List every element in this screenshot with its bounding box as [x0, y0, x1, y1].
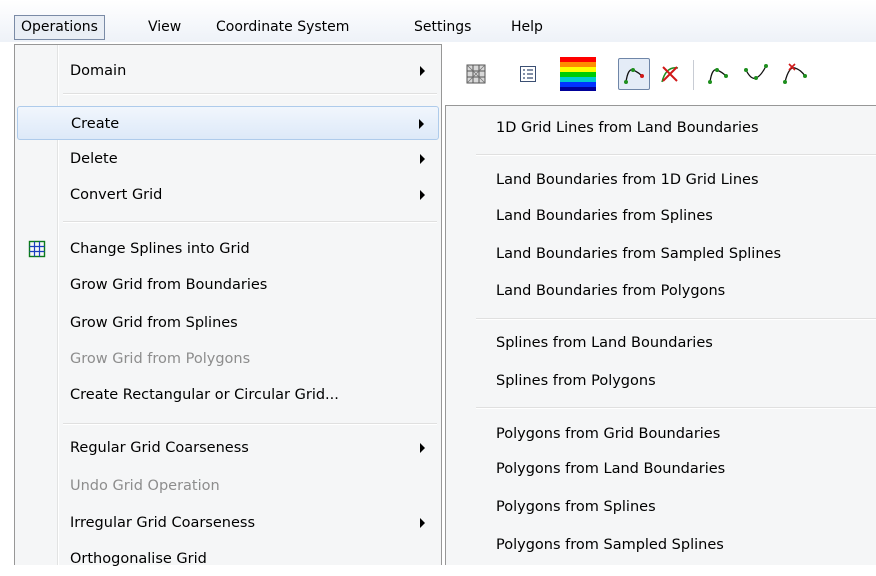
submenu-item-label: Polygons from Land Boundaries	[496, 461, 726, 477]
operations-menu: Domain Create Delete Convert Grid Change…	[14, 44, 442, 567]
submenu-item[interactable]: 1D Grid Lines from Land Boundaries	[446, 110, 876, 146]
menu-item-create[interactable]: Create	[17, 106, 439, 140]
submenu-item-label: 1D Grid Lines from Land Boundaries	[496, 120, 759, 136]
menu-view[interactable]: View	[142, 15, 187, 40]
menu-item-label: Create Rectangular or Circular Grid...	[70, 387, 339, 403]
menu-item-regular-grid-coarseness[interactable]: Regular Grid Coarseness	[17, 431, 439, 465]
menu-item-grow-grid-from-polygons: Grow Grid from Polygons	[17, 342, 439, 376]
menu-item-label: Undo Grid Operation	[70, 478, 220, 494]
menu-item-label: Irregular Grid Coarseness	[70, 515, 256, 531]
toolbar	[440, 52, 876, 98]
spline-delete-point-icon[interactable]	[778, 58, 810, 90]
submenu-arrow-icon	[420, 190, 425, 200]
menu-item-irregular-grid-coarseness[interactable]: Irregular Grid Coarseness	[17, 506, 439, 540]
menu-separator	[63, 93, 437, 95]
submenu-item-label: Land Boundaries from 1D Grid Lines	[496, 172, 759, 188]
menu-item-label: Grow Grid from Splines	[70, 315, 238, 331]
menu-item-domain[interactable]: Domain	[17, 54, 439, 88]
submenu-arrow-icon	[420, 518, 425, 528]
menu-item-grow-grid-from-splines[interactable]: Grow Grid from Splines	[17, 306, 439, 340]
grid-pattern-icon[interactable]	[460, 58, 492, 90]
submenu-arrow-icon	[419, 119, 424, 129]
menu-item-create-rectangular-or-circular-grid[interactable]: Create Rectangular or Circular Grid...	[17, 378, 439, 412]
submenu-arrow-icon	[420, 154, 425, 164]
submenu-item[interactable]: Polygons from Land Boundaries	[446, 451, 876, 487]
menu-item-orthogonalise-grid[interactable]: Orthogonalise Grid	[17, 542, 439, 576]
menu-separator	[476, 407, 876, 409]
toolbar-separator	[693, 60, 694, 90]
submenu-item-label: Polygons from Grid Boundaries	[496, 426, 721, 442]
menu-item-label: Grow Grid from Polygons	[70, 351, 251, 367]
menu-operations[interactable]: Operations	[14, 15, 105, 40]
submenu-arrow-icon	[420, 66, 425, 76]
menu-separator	[63, 221, 437, 223]
menu-item-label: Domain	[70, 63, 127, 79]
submenu-item-label: Splines from Polygons	[496, 373, 656, 389]
submenu-item[interactable]: Land Boundaries from Polygons	[446, 273, 876, 309]
submenu-item-label: Land Boundaries from Polygons	[496, 283, 726, 299]
menu-item-label: Grow Grid from Boundaries	[70, 277, 268, 293]
submenu-item[interactable]: Land Boundaries from 1D Grid Lines	[446, 162, 876, 198]
color-spectrum-icon[interactable]	[558, 57, 598, 91]
menu-help[interactable]: Help	[505, 15, 549, 40]
menu-item-change-splines-into-grid[interactable]: Change Splines into Grid	[17, 232, 439, 266]
menu-separator	[63, 423, 437, 425]
menu-item-label: Convert Grid	[70, 187, 163, 203]
submenu-item-label: Splines from Land Boundaries	[496, 335, 713, 351]
submenu-item-label: Polygons from Splines	[496, 499, 656, 515]
submenu-item-label: Land Boundaries from Splines	[496, 208, 713, 224]
draw-spline-icon[interactable]	[618, 58, 650, 90]
list-icon[interactable]	[512, 58, 544, 90]
menu-settings[interactable]: Settings	[408, 15, 477, 40]
submenu-item[interactable]: Polygons from Splines	[446, 489, 876, 525]
menu-item-label: Change Splines into Grid	[70, 241, 250, 257]
spline-insert-icon[interactable]	[702, 58, 734, 90]
menu-item-grow-grid-from-boundaries[interactable]: Grow Grid from Boundaries	[17, 268, 439, 302]
submenu-item-label: Land Boundaries from Sampled Splines	[496, 246, 781, 262]
window-frame	[0, 42, 14, 565]
submenu-item[interactable]: Land Boundaries from Splines	[446, 198, 876, 234]
delete-spline-icon[interactable]	[654, 58, 686, 90]
menubar: Operations View Coordinate System Settin…	[0, 0, 876, 42]
submenu-item[interactable]: Polygons from Grid Boundaries	[446, 416, 876, 452]
menu-separator	[476, 318, 876, 320]
menu-item-label: Regular Grid Coarseness	[70, 440, 249, 456]
create-submenu: 1D Grid Lines from Land Boundaries Land …	[445, 105, 876, 565]
submenu-item[interactable]: Polygons from Sampled Splines	[446, 527, 876, 563]
menu-item-label: Orthogonalise Grid	[70, 551, 207, 567]
submenu-item[interactable]: Land Boundaries from Sampled Splines	[446, 236, 876, 272]
menu-item-delete[interactable]: Delete	[17, 142, 439, 176]
submenu-item[interactable]: Splines from Polygons	[446, 363, 876, 399]
menu-item-label: Delete	[70, 151, 118, 167]
menu-item-convert-grid[interactable]: Convert Grid	[17, 178, 439, 212]
submenu-item[interactable]: Splines from Land Boundaries	[446, 325, 876, 361]
menu-item-undo-grid-operation: Undo Grid Operation	[17, 469, 439, 503]
menu-coordinate-system[interactable]: Coordinate System	[210, 15, 355, 40]
submenu-item-label: Polygons from Sampled Splines	[496, 537, 724, 553]
submenu-arrow-icon	[420, 443, 425, 453]
menu-separator	[476, 154, 876, 156]
grid-icon	[27, 239, 47, 259]
menu-item-label: Create	[71, 116, 120, 132]
spline-move-icon[interactable]	[740, 58, 772, 90]
